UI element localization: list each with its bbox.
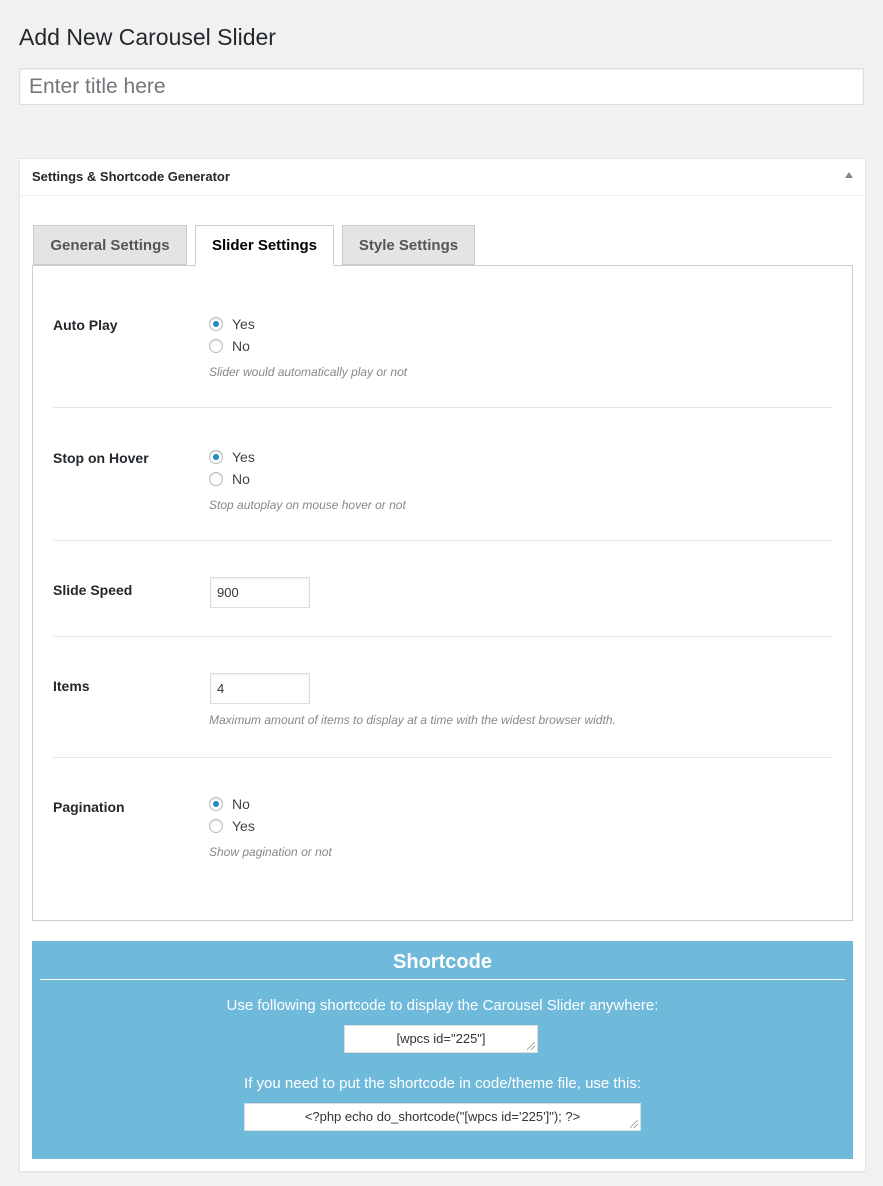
title-input[interactable] [19,68,864,105]
tab-slider-settings[interactable]: Slider Settings [195,225,334,266]
auto-play-no-option[interactable]: No [209,336,250,356]
radio-unchecked-icon[interactable] [209,339,223,353]
tab-general-settings[interactable]: General Settings [33,225,187,265]
resize-grip-icon[interactable] [630,1120,638,1128]
shortcode-box: Shortcode Use following shortcode to dis… [32,941,853,1159]
divider [53,540,832,541]
divider [53,636,832,637]
settings-metabox: Settings & Shortcode Generator General S… [19,158,866,1172]
php-shortcode-text: <?php echo do_shortcode("[wpcs id='225']… [304,1109,581,1124]
shortcode-text: [wpcs id="225"] [396,1031,486,1046]
items-description: Maximum amount of items to display at a … [209,713,616,727]
stop-on-hover-yes-option[interactable]: Yes [209,447,255,467]
auto-play-no-label: No [232,338,250,354]
tab-style-settings[interactable]: Style Settings [342,225,475,265]
pagination-yes-option[interactable]: Yes [209,816,255,836]
metabox-title: Settings & Shortcode Generator [32,169,230,184]
stop-on-hover-no-option[interactable]: No [209,469,250,489]
auto-play-yes-label: Yes [232,316,255,332]
radio-checked-icon[interactable] [209,317,223,331]
pagination-label: Pagination [53,799,125,815]
pagination-yes-label: Yes [232,818,255,834]
stop-on-hover-label: Stop on Hover [53,450,149,466]
divider [53,407,832,408]
pagination-description: Show pagination or not [209,845,332,859]
resize-grip-icon[interactable] [527,1042,535,1050]
php-instruction: If you need to put the shortcode in code… [244,1075,641,1092]
triangle-up-icon[interactable] [845,172,853,178]
radio-unchecked-icon[interactable] [209,819,223,833]
php-shortcode-field[interactable]: <?php echo do_shortcode("[wpcs id='225']… [244,1103,641,1131]
stop-on-hover-yes-label: Yes [232,449,255,465]
radio-checked-icon[interactable] [209,797,223,811]
shortcode-title: Shortcode [393,951,492,973]
auto-play-yes-option[interactable]: Yes [209,314,255,334]
shortcode-field[interactable]: [wpcs id="225"] [344,1025,538,1053]
page-title: Add New Carousel Slider [19,24,276,50]
stop-on-hover-no-label: No [232,471,250,487]
shortcode-divider [40,979,845,980]
slider-settings-panel: Auto Play Yes No Slider would automatica… [32,265,853,921]
slide-speed-input[interactable] [210,577,310,608]
auto-play-description: Slider would automatically play or not [209,365,408,379]
stop-on-hover-description: Stop autoplay on mouse hover or not [209,498,406,512]
divider [53,757,832,758]
items-label: Items [53,678,90,694]
radio-unchecked-icon[interactable] [209,472,223,486]
auto-play-label: Auto Play [53,317,118,333]
items-input[interactable] [210,673,310,704]
slide-speed-label: Slide Speed [53,582,133,598]
metabox-header[interactable]: Settings & Shortcode Generator [20,159,865,196]
shortcode-instruction: Use following shortcode to display the C… [226,997,659,1014]
pagination-no-label: No [232,796,250,812]
radio-checked-icon[interactable] [209,450,223,464]
pagination-no-option[interactable]: No [209,794,250,814]
